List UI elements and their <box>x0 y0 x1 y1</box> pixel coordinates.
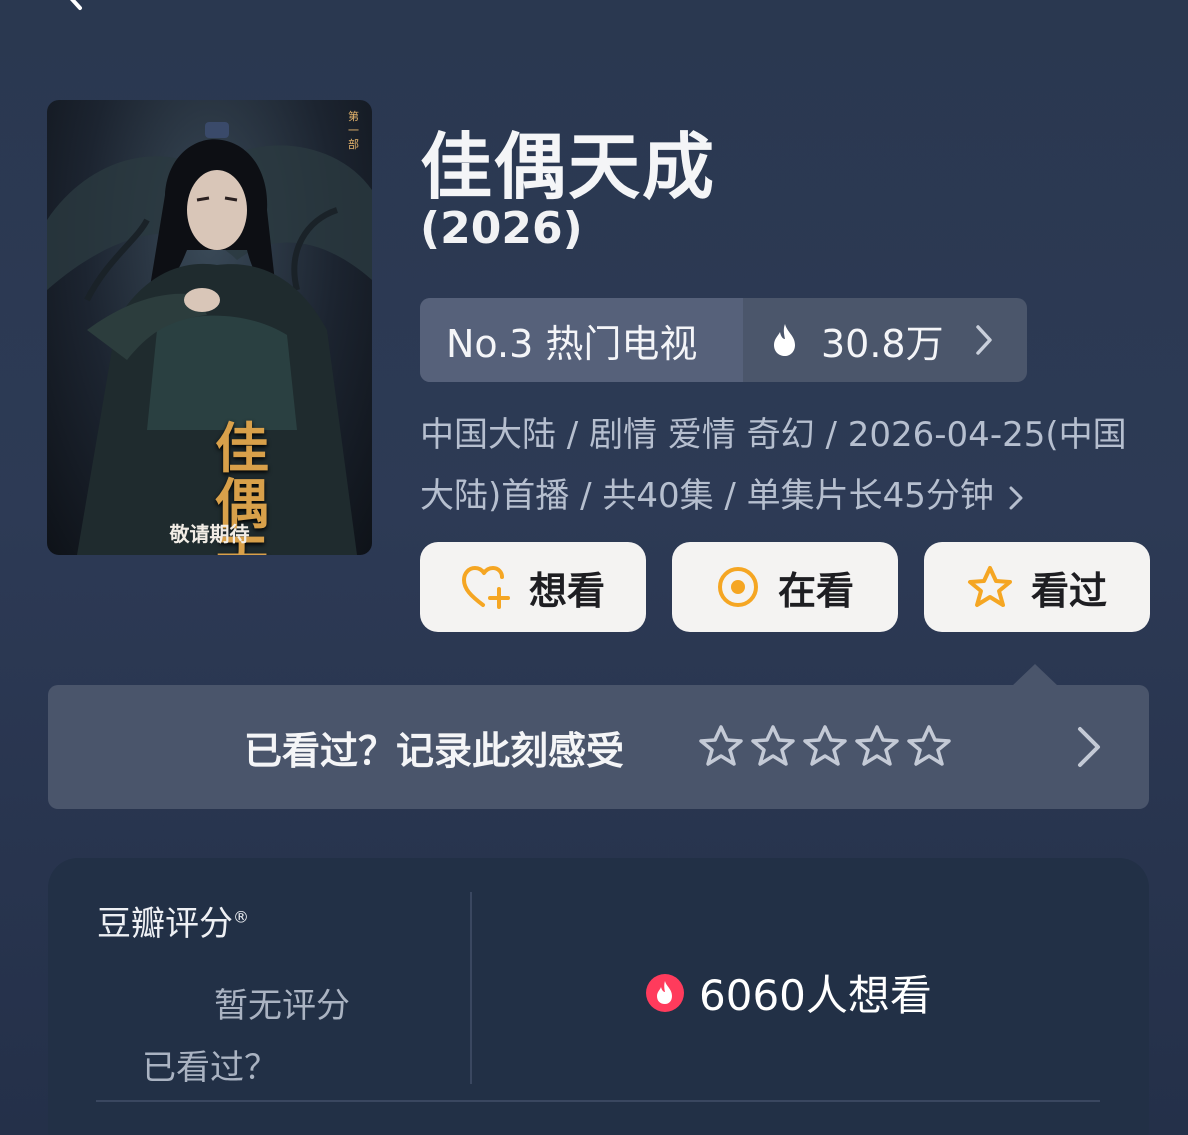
star-icon <box>967 565 1013 609</box>
heat-section[interactable]: 30.8万 <box>743 298 1027 382</box>
vertical-divider <box>470 892 472 1084</box>
watched-prompt[interactable]: 已看过？ <box>142 1040 278 1089</box>
chevron-left-icon[interactable] <box>58 0 88 12</box>
poster-image[interactable]: 佳偶天成 第一部 敬请期待 <box>47 100 372 555</box>
star-outline-icon[interactable] <box>854 724 900 768</box>
registered-mark: ® <box>233 907 249 927</box>
douban-rating-card: 豆瓣评分® 暂无评分 已看过？ 6060人想看 <box>48 858 1149 1135</box>
watched-label: 看过 <box>1030 568 1107 613</box>
rating-stars[interactable] <box>698 724 952 768</box>
star-outline-icon[interactable] <box>802 724 848 768</box>
record-prompt: 已看过？记录此刻感受 <box>244 728 625 773</box>
want-label: 想看 <box>528 568 605 613</box>
record-rating-bar[interactable]: 已看过？记录此刻感受 <box>48 685 1149 809</box>
flame-icon <box>645 973 685 1013</box>
want-count[interactable]: 6060人想看 <box>645 962 932 1023</box>
watched-button[interactable]: 看过 <box>924 542 1150 632</box>
star-outline-icon[interactable] <box>750 724 796 768</box>
show-meta[interactable]: 中国大陆 / 剧情 爱情 奇幻 / 2026-04-25(中国大陆)首播 / 共… <box>420 405 1140 527</box>
ranking-pill[interactable]: No.3 热门电视 30.8万 <box>420 298 1027 382</box>
watching-label: 在看 <box>777 568 854 613</box>
star-outline-icon[interactable] <box>698 724 744 768</box>
record-bar-pointer <box>1012 664 1058 686</box>
want-count-text: 6060人想看 <box>699 971 932 1020</box>
poster-side-text: 第一部 <box>348 110 359 151</box>
chevron-right-icon <box>975 325 992 355</box>
star-outline-icon[interactable] <box>906 724 952 768</box>
douban-title: 豆瓣评分® <box>97 896 249 945</box>
target-icon <box>716 565 760 609</box>
want-to-watch-button[interactable]: 想看 <box>420 542 646 632</box>
heat-value: 30.8万 <box>821 321 944 366</box>
douban-title-text: 豆瓣评分 <box>97 904 233 944</box>
show-title: 佳偶天成 <box>420 125 717 209</box>
rank-label[interactable]: No.3 热门电视 <box>420 298 743 382</box>
poster-artwork <box>47 122 372 555</box>
show-year: (2026) <box>420 203 583 254</box>
flame-icon <box>774 324 795 356</box>
chevron-right-icon <box>1009 486 1023 509</box>
horizontal-divider <box>96 1100 1100 1102</box>
watching-button[interactable]: 在看 <box>672 542 898 632</box>
heart-plus-icon <box>461 565 511 609</box>
no-rating-text: 暂无评分 <box>214 986 350 1026</box>
poster-tagline: 敬请期待 <box>169 522 250 546</box>
chevron-right-icon[interactable] <box>1075 725 1103 769</box>
